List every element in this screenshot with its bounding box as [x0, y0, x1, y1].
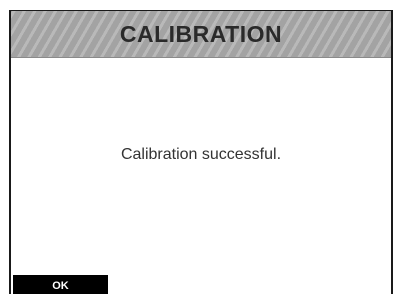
- ok-button[interactable]: OK: [13, 275, 108, 294]
- title-bar: CALIBRATION: [11, 11, 391, 58]
- dialog-title: CALIBRATION: [119, 20, 283, 47]
- status-message: Calibration successful.: [120, 146, 282, 163]
- calibration-dialog: CALIBRATION Calibration successful. OK: [9, 10, 393, 294]
